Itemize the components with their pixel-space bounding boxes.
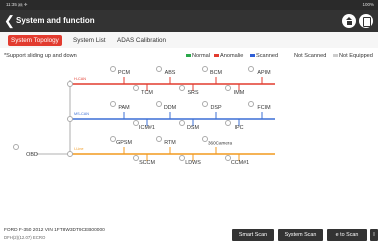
legend-not-scanned: Not Scanned [294,53,327,59]
module-srs[interactable]: SRS [187,90,198,96]
module-pcm[interactable]: PCM [118,70,130,76]
module-tcm[interactable]: TCM [141,90,153,96]
module-icm1[interactable]: ICM#1 [139,125,155,131]
module-node-bcm [202,66,208,72]
module-node-abs [156,66,162,72]
module-gpsm[interactable]: GPSM [116,140,132,146]
battery-level: 100% [362,2,374,7]
system-scan-button[interactable]: System Scan [278,229,323,241]
app-header: ❮ System and function [0,10,378,32]
auto-scan-button[interactable]: e to Scan [327,229,367,241]
legend-not-equipped: Not Equipped [333,53,373,59]
obd-label[interactable]: OBD [26,152,38,158]
legend-row: *Support sliding up and down Normal Anom… [0,52,378,62]
module-node-dsm [179,120,185,126]
tab-adas-calibration[interactable]: ADAS Calibration [114,35,169,46]
vehicle-info: FORD F-350 2012 VIN 1FT8W3DT9CEB00000 [4,228,105,233]
bus-node-iline [67,151,73,157]
bus-label-hcan: H-CAN [74,77,87,81]
module-abs[interactable]: ABS [165,70,176,76]
bus-label-mscan: MS-CAN [74,112,89,116]
bus-node-hcan [67,81,73,87]
exit-icon[interactable] [359,14,373,28]
module-node-tcm [133,85,139,91]
module-dsm[interactable]: DSM [187,125,199,131]
module-rtm[interactable]: RTM [164,140,176,146]
module-node-pcm [110,66,116,72]
footer-bar: FORD F-350 2012 VIN 1FT8W3DT9CEB00000 DF… [0,225,378,241]
software-version: DFH(2)(12.07) ECRO [4,235,46,240]
obd-node [13,144,19,150]
status-bar: 11:35 ㏂ ✈ 100% [0,0,378,10]
status-time: 11:35 ㏂ ✈ [6,2,28,7]
module-ldws[interactable]: LDWS [185,160,201,166]
smart-scan-button[interactable]: Smart Scan [232,229,274,241]
module-360camera[interactable]: 360Camera [208,141,232,146]
page-title: System and function [16,16,95,25]
module-node-imm [225,85,231,91]
more-button[interactable]: I [370,229,378,241]
module-node-ipc [225,120,231,126]
module-ddm[interactable]: DDM [164,105,176,111]
module-ipc[interactable]: IPC [235,125,244,131]
module-node-dsp [202,101,208,107]
support-note: *Support sliding up and down [4,53,77,59]
home-icon[interactable] [342,14,356,28]
module-pam[interactable]: PAM [118,105,129,111]
module-fcim[interactable]: FCIM [257,105,270,111]
module-sccm[interactable]: SCCM [139,160,155,166]
module-node-fcim [248,101,254,107]
module-node-ldws [179,155,185,161]
bus-node-mscan [67,116,73,122]
module-node-ddm [156,101,162,107]
module-imm[interactable]: IMM [234,90,244,96]
tab-system-topology[interactable]: System Topology [8,35,62,46]
legend-normal: Normal [186,53,210,59]
module-node-rtm [156,136,162,142]
module-node-apim [248,66,254,72]
module-apim[interactable]: APIM [257,70,270,76]
module-node-pam [110,101,116,107]
module-bcm[interactable]: BCM [210,70,222,76]
legend-scanned: Scanned [250,53,278,59]
bus-label-iline: I-Line [74,147,84,151]
module-ccm1[interactable]: CCM#1 [231,160,249,166]
tab-bar: System Topology System List ADAS Calibra… [0,32,378,48]
module-node-srs [179,85,185,91]
module-dsp[interactable]: DSP [210,105,221,111]
tab-system-list[interactable]: System List [70,35,109,46]
legend-anomalie: Anomalie [214,53,243,59]
